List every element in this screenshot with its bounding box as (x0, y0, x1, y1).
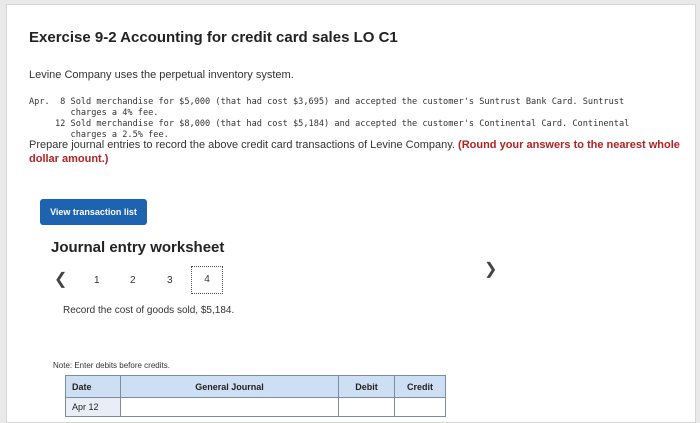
instructions-text: Prepare journal entries to record the ab… (29, 139, 455, 151)
page-1[interactable]: 1 (94, 275, 100, 286)
table-row: Apr 12 (65, 397, 446, 417)
transaction-1-line-2: charges a 4% fee. (55, 108, 159, 118)
account-cell[interactable] (120, 397, 339, 417)
page-2[interactable]: 2 (130, 275, 136, 286)
credit-header: Credit (394, 375, 446, 398)
page-3[interactable]: 3 (167, 275, 173, 286)
date-cell: Apr 12 (65, 397, 121, 417)
page-title: Exercise 9-2 Accounting for credit card … (29, 29, 398, 46)
transaction-1-line-1: 8 Sold merchandise for $5,000 (that had … (55, 97, 625, 107)
next-arrow-icon[interactable]: ❯ (484, 259, 497, 279)
record-instruction: Record the cost of goods sold, $5,184. (63, 305, 235, 316)
credit-input[interactable] (401, 398, 439, 416)
transaction-month: Apr. (29, 97, 50, 107)
instructions: Prepare journal entries to record the ab… (29, 138, 689, 166)
debit-header: Debit (338, 375, 395, 398)
journal-table: Date General Journal Debit Credit Apr 12 (65, 375, 446, 417)
debit-cell[interactable] (338, 397, 395, 417)
view-transaction-list-button[interactable]: View transaction list (40, 199, 147, 225)
credit-cell[interactable] (394, 397, 446, 417)
debit-input[interactable] (345, 398, 388, 416)
table-header-row: Date General Journal Debit Credit (65, 375, 446, 398)
date-header: Date (65, 375, 121, 398)
worksheet-title: Journal entry worksheet (51, 239, 225, 256)
debit-credit-note: Note: Enter debits before credits. (53, 361, 170, 370)
intro-text: Levine Company uses the perpetual invent… (29, 69, 294, 81)
exercise-card: Exercise 9-2 Accounting for credit card … (6, 4, 696, 423)
page-4-active[interactable]: 4 (191, 266, 223, 294)
previous-arrow-icon[interactable]: ❮ (54, 269, 67, 289)
general-journal-header: General Journal (120, 375, 339, 398)
transaction-2-line-1: 12 Sold merchandise for $8,000 (that had… (55, 119, 630, 129)
account-input[interactable] (127, 398, 332, 416)
